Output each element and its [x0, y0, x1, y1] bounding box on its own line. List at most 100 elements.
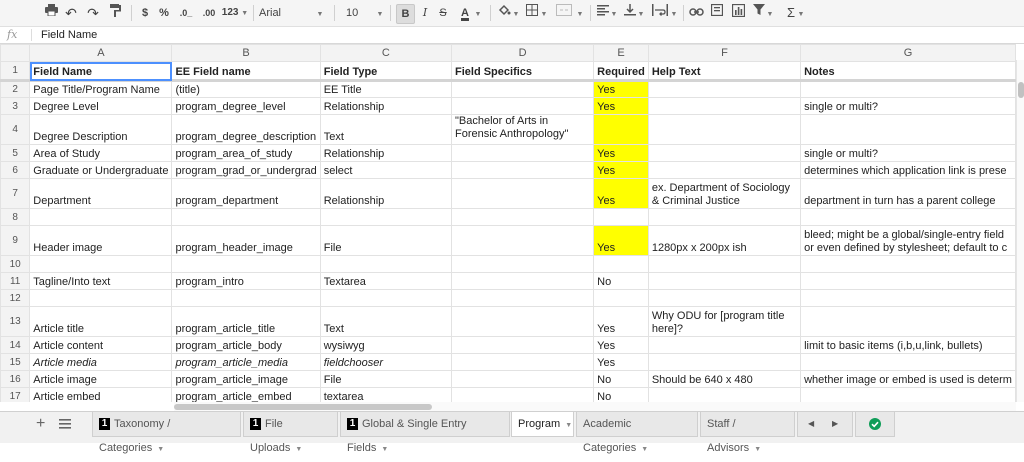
- cell[interactable]: [647, 208, 802, 226]
- cell[interactable]: Article title: [29, 306, 173, 337]
- row-header[interactable]: 14: [0, 336, 31, 354]
- cell[interactable]: [450, 178, 595, 209]
- cell[interactable]: Required: [593, 61, 649, 82]
- cell[interactable]: department in turn has a parent college: [800, 178, 1016, 209]
- cell[interactable]: [800, 387, 1016, 402]
- chevron-down-icon[interactable]: ▼: [641, 446, 648, 453]
- row-header[interactable]: 11: [0, 272, 31, 290]
- chevron-down-icon[interactable]: ▼: [157, 446, 164, 453]
- cell[interactable]: Yes: [593, 225, 649, 256]
- cell[interactable]: wysiwyg: [319, 336, 453, 354]
- cell[interactable]: program_header_image: [171, 225, 321, 256]
- cell[interactable]: [800, 289, 1016, 307]
- row-header[interactable]: 12: [0, 289, 31, 307]
- cell[interactable]: select: [319, 161, 453, 179]
- add-sheet-icon[interactable]: +: [36, 416, 45, 432]
- cell[interactable]: [319, 255, 453, 273]
- cell[interactable]: [593, 208, 649, 226]
- cell[interactable]: Field Specifics: [450, 61, 595, 82]
- column-header-f[interactable]: F: [647, 44, 802, 62]
- cell[interactable]: [647, 80, 802, 98]
- cell[interactable]: Graduate or Undergraduate: [29, 161, 173, 179]
- row-header[interactable]: 2: [0, 80, 31, 98]
- insert-comment-icon[interactable]: [710, 3, 724, 22]
- cell[interactable]: Tagline/Into text: [29, 272, 173, 290]
- paint-format-icon[interactable]: [108, 4, 122, 22]
- insert-chart-icon[interactable]: [730, 3, 746, 22]
- tab-taxonomy-categories[interactable]: 1 Taxonomy / Categories ▼: [92, 412, 241, 454]
- chevron-down-icon[interactable]: ▼: [295, 446, 302, 453]
- cell[interactable]: Relationship: [319, 144, 453, 162]
- cell[interactable]: [450, 353, 595, 371]
- cell[interactable]: Textarea: [319, 272, 453, 290]
- link-icon[interactable]: [688, 4, 704, 22]
- cell[interactable]: No: [593, 370, 649, 388]
- cell[interactable]: Should be 640 x 480: [647, 370, 802, 388]
- cell[interactable]: [647, 353, 802, 371]
- cell[interactable]: Yes: [593, 97, 649, 115]
- row-header[interactable]: 1: [0, 61, 31, 82]
- cell[interactable]: [647, 336, 802, 354]
- cell[interactable]: [319, 289, 453, 307]
- more-formats-button[interactable]: 123 ▼: [221, 4, 249, 22]
- scroll-tabs-left-icon[interactable]: ◀: [808, 412, 814, 436]
- increase-decimal-button[interactable]: .00: [199, 4, 219, 22]
- redo-icon[interactable]: ↷: [86, 4, 100, 22]
- cell[interactable]: Yes: [593, 306, 649, 337]
- column-header-c[interactable]: C: [319, 44, 453, 62]
- cell[interactable]: [450, 97, 595, 115]
- cell[interactable]: Help Text: [647, 61, 802, 82]
- row-header[interactable]: 5: [0, 144, 31, 162]
- cell[interactable]: program_grad_or_undergrad: [171, 161, 321, 179]
- fill-color-icon[interactable]: [497, 4, 511, 22]
- cell[interactable]: Yes: [593, 336, 649, 354]
- cell[interactable]: (title): [171, 80, 321, 98]
- row-header[interactable]: 6: [0, 161, 31, 179]
- horizontal-scrollbar[interactable]: [174, 402, 1016, 411]
- tab-global-single-entry-fields[interactable]: 1 Global & Single Entry Fields ▼: [340, 412, 510, 454]
- cell[interactable]: [800, 306, 1016, 337]
- cell[interactable]: program_article_media: [171, 353, 321, 371]
- cell[interactable]: [800, 255, 1016, 273]
- row-header[interactable]: 17: [0, 387, 31, 402]
- cell[interactable]: [450, 306, 595, 337]
- cell[interactable]: [647, 289, 802, 307]
- row-header[interactable]: 13: [0, 306, 31, 337]
- cell[interactable]: program_article_embed: [171, 387, 321, 402]
- cell[interactable]: Field Type: [319, 61, 453, 82]
- cell[interactable]: [593, 289, 649, 307]
- cell[interactable]: File: [319, 370, 453, 388]
- functions-button[interactable]: Σ: [785, 4, 797, 22]
- cell[interactable]: [450, 370, 595, 388]
- cell[interactable]: [450, 80, 595, 98]
- cell[interactable]: determines which application link is pre…: [800, 161, 1016, 179]
- tab-file-uploads[interactable]: 1 File Uploads ▼: [243, 412, 338, 454]
- cell[interactable]: [800, 80, 1016, 98]
- cell[interactable]: Article image: [29, 370, 173, 388]
- cell[interactable]: Relationship: [319, 178, 453, 209]
- cell[interactable]: [593, 255, 649, 273]
- cell[interactable]: Notes: [800, 61, 1016, 82]
- font-size-select[interactable]: 10: [346, 4, 376, 22]
- tab-academic-categories[interactable]: Academic Categories ▼: [576, 412, 698, 454]
- cell[interactable]: textarea: [319, 387, 453, 402]
- cell[interactable]: program_degree_description: [171, 114, 321, 145]
- cell[interactable]: [800, 114, 1016, 145]
- formula-input[interactable]: Field Name: [41, 29, 97, 41]
- cell[interactable]: [319, 208, 453, 226]
- cell[interactable]: [29, 255, 173, 273]
- column-header-a[interactable]: A: [29, 44, 173, 62]
- cell[interactable]: single or multi?: [800, 97, 1016, 115]
- column-header-g[interactable]: G: [800, 44, 1016, 62]
- chevron-down-icon[interactable]: ▼: [754, 446, 761, 453]
- cell[interactable]: Page Title/Program Name: [29, 80, 173, 98]
- tab-staff-advisors[interactable]: Staff / Advisors ▼: [700, 412, 795, 454]
- cell[interactable]: Department: [29, 178, 173, 209]
- cell[interactable]: [450, 225, 595, 256]
- cell[interactable]: No: [593, 387, 649, 402]
- cell[interactable]: [171, 289, 321, 307]
- cell[interactable]: program_article_title: [171, 306, 321, 337]
- column-header-e[interactable]: E: [593, 44, 649, 62]
- cell[interactable]: [450, 161, 595, 179]
- row-header[interactable]: 8: [0, 208, 31, 226]
